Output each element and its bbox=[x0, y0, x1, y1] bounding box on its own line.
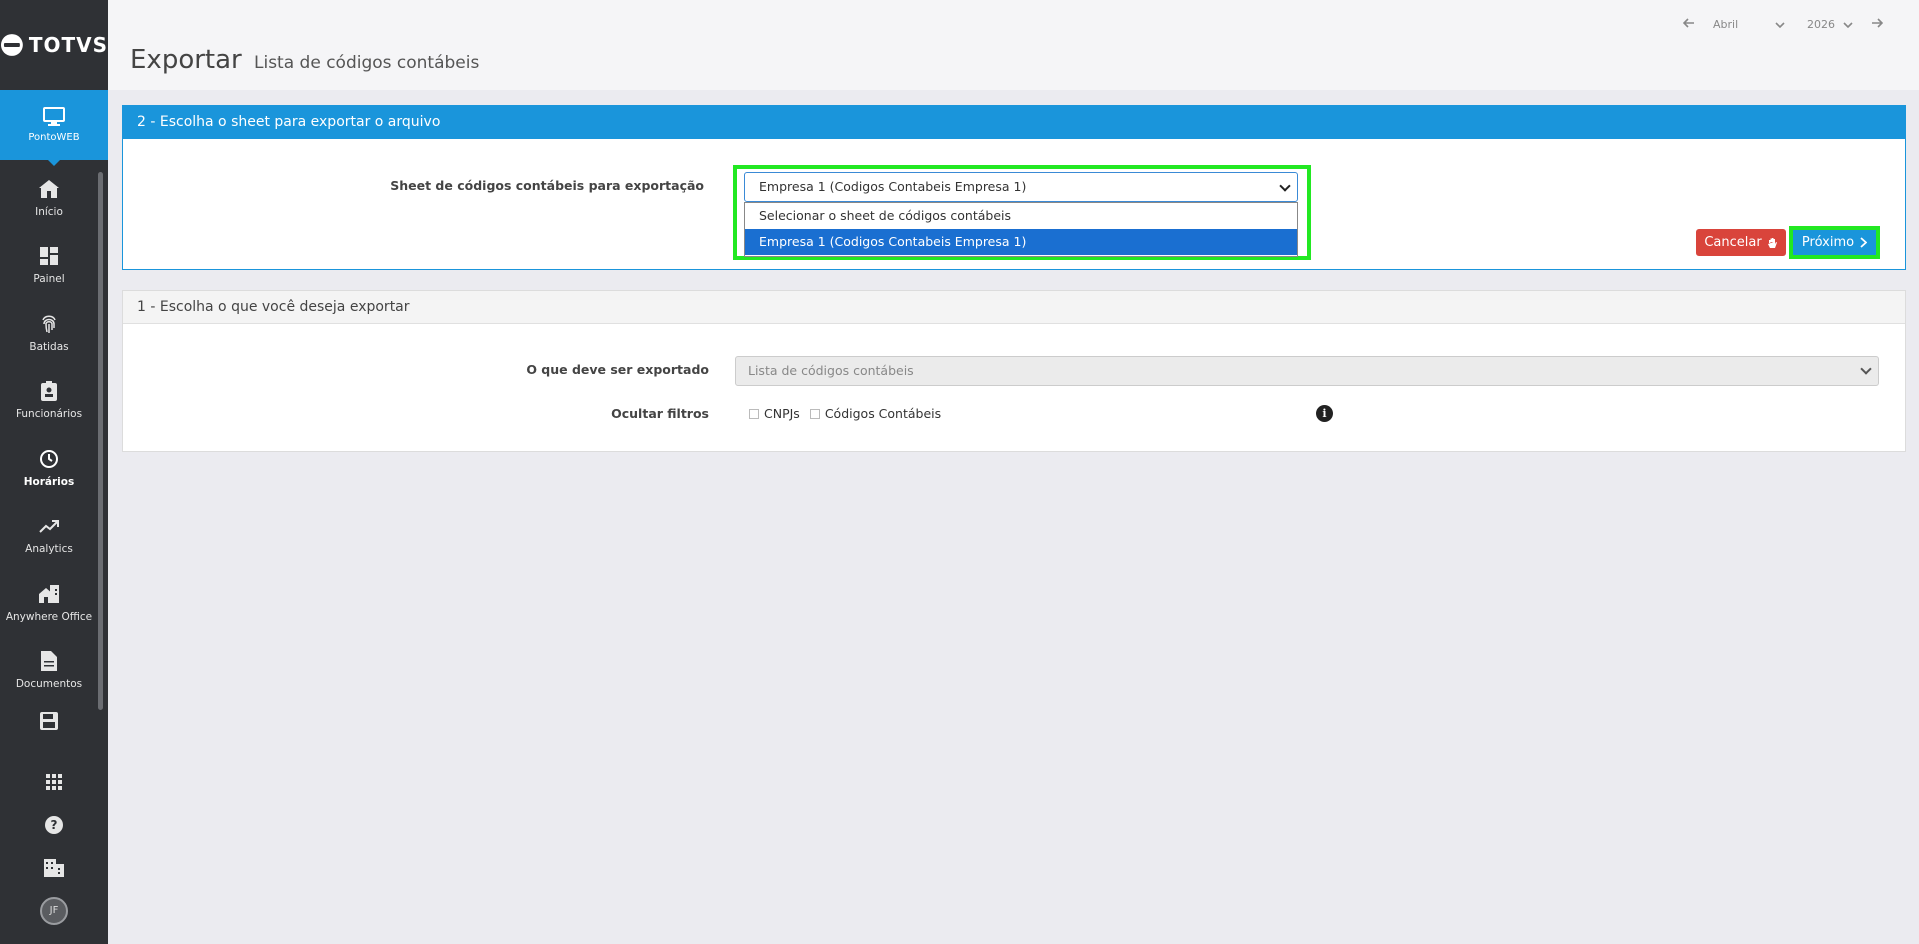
sidebar-item-label: PontoWEB bbox=[28, 132, 80, 143]
sidebar-scrollbar[interactable] bbox=[98, 172, 103, 710]
dropdown-option-selected[interactable]: Empresa 1 (Codigos Contabeis Empresa 1) bbox=[745, 229, 1297, 255]
cancel-label: Cancelar bbox=[1704, 235, 1762, 250]
sheet-select[interactable]: Empresa 1 (Codigos Contabeis Empresa 1) bbox=[744, 172, 1298, 202]
clock-icon bbox=[38, 448, 60, 470]
arrow-left-icon bbox=[1682, 18, 1694, 28]
export-type-value: Lista de códigos contábeis bbox=[748, 363, 914, 378]
checkbox-cnpjs[interactable] bbox=[749, 408, 759, 419]
save-icon bbox=[38, 710, 60, 732]
home-work-icon bbox=[38, 583, 60, 605]
next-label: Próximo bbox=[1801, 235, 1855, 250]
year-select[interactable]: 2026 bbox=[1807, 18, 1853, 31]
avatar: JF bbox=[40, 896, 68, 925]
page-subtitle: Lista de códigos contábeis bbox=[254, 53, 480, 73]
sheet-dropdown-list: Selecionar o sheet de códigos contábeis … bbox=[744, 202, 1298, 257]
sheet-select-value: Empresa 1 (Codigos Contabeis Empresa 1) bbox=[759, 179, 1027, 194]
sidebar-item-inicio[interactable]: Início bbox=[0, 164, 98, 232]
building-icon bbox=[44, 858, 64, 877]
checkbox-codigos-contabeis[interactable] bbox=[809, 408, 820, 419]
sidebar-item-label: Horários bbox=[23, 475, 75, 488]
step1-heading: 1 - Escolha o que você deseja exportar bbox=[123, 291, 1905, 324]
hand-icon bbox=[1767, 237, 1777, 248]
apps-button[interactable] bbox=[0, 760, 108, 803]
fingerprint-icon bbox=[38, 313, 60, 335]
user-menu[interactable]: JF bbox=[0, 889, 108, 932]
month-value: Abril bbox=[1713, 18, 1739, 31]
sidebar-item-documentos[interactable]: Documentos bbox=[0, 637, 98, 705]
apps-grid-icon bbox=[46, 773, 62, 790]
checkbox-label: Códigos Contábeis bbox=[824, 406, 942, 421]
sidebar-item-label: Analytics bbox=[25, 543, 73, 556]
chevron-down-icon bbox=[1279, 180, 1291, 192]
page-header: Exportar Lista de códigos contábeis Abri… bbox=[108, 0, 1919, 90]
sidebar-item-anywhere-office[interactable]: Anywhere Office bbox=[0, 569, 98, 637]
sidebar-item-pontoweb[interactable]: PontoWEB bbox=[0, 90, 108, 166]
sidebar: TOTVS PontoWEB Início Painel Batidas Fun… bbox=[0, 0, 108, 944]
sidebar-item-painel[interactable]: Painel bbox=[0, 232, 98, 300]
help-button[interactable]: ? bbox=[0, 803, 108, 846]
sidebar-item-label: Painel bbox=[33, 273, 65, 286]
sidebar-item-funcionarios[interactable]: Funcionários bbox=[0, 367, 98, 435]
info-icon[interactable]: i bbox=[1316, 405, 1333, 422]
arrow-right-icon bbox=[1872, 18, 1884, 28]
chevron-down-icon bbox=[1775, 21, 1785, 28]
chevron-down-icon bbox=[1843, 21, 1853, 28]
next-button[interactable]: Próximo bbox=[1793, 230, 1876, 255]
dashboard-icon bbox=[38, 245, 60, 267]
monitor-icon bbox=[43, 107, 65, 126]
year-value: 2026 bbox=[1807, 18, 1835, 31]
sidebar-item-label: Batidas bbox=[29, 340, 69, 353]
hide-filters-options: CNPJs Códigos Contábeis bbox=[749, 406, 941, 421]
sheet-field-label: Sheet de códigos contábeis para exportaç… bbox=[390, 178, 704, 193]
logo-text: TOTVS bbox=[28, 33, 108, 57]
badge-icon bbox=[38, 380, 60, 402]
export-type-label: O que deve ser exportado bbox=[526, 362, 709, 377]
totvs-logo[interactable]: TOTVS bbox=[0, 0, 108, 90]
dropdown-option[interactable]: Selecionar o sheet de códigos contábeis bbox=[745, 203, 1297, 229]
export-type-select: Lista de códigos contábeis bbox=[735, 356, 1879, 386]
sidebar-item-label: Início bbox=[35, 205, 63, 218]
next-period-button[interactable] bbox=[1871, 18, 1884, 31]
sidebar-item-label: Anywhere Office bbox=[5, 610, 93, 623]
sidebar-item-label: Documentos bbox=[15, 678, 83, 691]
sidebar-item-analytics[interactable]: Analytics bbox=[0, 502, 98, 570]
page-title: Exportar Lista de códigos contábeis bbox=[130, 45, 479, 75]
sidebar-bottom: ? JF bbox=[0, 760, 108, 932]
home-icon bbox=[38, 178, 60, 200]
sidebar-item-save[interactable] bbox=[0, 704, 98, 744]
help-icon: ? bbox=[45, 815, 63, 834]
checkbox-label: CNPJs bbox=[764, 406, 800, 421]
chevron-down-icon bbox=[1860, 363, 1872, 375]
totvs-logo-icon bbox=[0, 34, 23, 56]
sidebar-item-label: Funcionários bbox=[15, 408, 83, 421]
page-title-text: Exportar bbox=[130, 45, 242, 75]
trending-up-icon bbox=[38, 515, 60, 537]
sidebar-item-batidas[interactable]: Batidas bbox=[0, 299, 98, 367]
month-select[interactable]: Abril bbox=[1713, 18, 1785, 31]
svg-text:?: ? bbox=[51, 818, 58, 832]
cancel-button[interactable]: Cancelar bbox=[1696, 229, 1786, 256]
previous-period-button[interactable] bbox=[1682, 18, 1695, 31]
sidebar-nav: Início Painel Batidas Funcionários Horár… bbox=[0, 164, 98, 744]
company-button[interactable] bbox=[0, 846, 108, 889]
chevron-right-icon bbox=[1860, 237, 1868, 248]
period-selector: Abril 2026 bbox=[1682, 18, 1884, 31]
sidebar-item-horarios[interactable]: Horários bbox=[0, 434, 98, 502]
document-icon bbox=[38, 650, 60, 672]
hide-filters-label: Ocultar filtros bbox=[611, 406, 709, 421]
step2-heading: 2 - Escolha o sheet para exportar o arqu… bbox=[123, 106, 1905, 139]
